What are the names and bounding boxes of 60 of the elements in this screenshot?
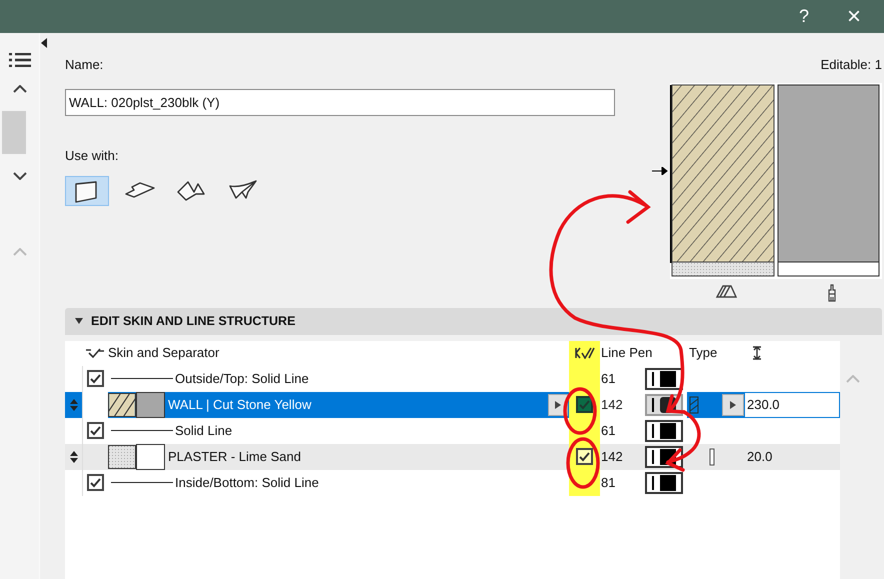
- checkmark-icon: [579, 400, 590, 410]
- scroll-thumb[interactable]: [2, 111, 26, 154]
- thin-type-icon: [709, 448, 715, 466]
- thickness-field[interactable]: 230.0: [744, 392, 840, 418]
- column-header: Type: [688, 344, 718, 362]
- name-field[interactable]: WALL: 020plst_230blk (Y): [65, 88, 615, 116]
- play-icon: [730, 400, 736, 408]
- pen-swatch[interactable]: [645, 472, 683, 494]
- separator-label: Outside/Top: Solid Line: [175, 370, 309, 388]
- thickness-value: 20.0: [746, 448, 772, 466]
- core-column-icon: [574, 347, 594, 359]
- hatch-icon[interactable]: [714, 284, 736, 298]
- selected-row[interactable]: WALL | Cut Stone Yellow 142 230.0: [65, 392, 840, 418]
- separator-label: Inside/Bottom: Solid Line: [175, 474, 319, 492]
- wall-type-icon[interactable]: [65, 176, 109, 206]
- pen-swatch[interactable]: [645, 368, 683, 390]
- chevron-down-icon[interactable]: [12, 172, 26, 180]
- skin-label: WALL | Cut Stone Yellow: [168, 396, 312, 414]
- checkmark-icon: [90, 478, 101, 488]
- skin-surface-swatch: [136, 392, 165, 418]
- hatch-fill-swatch: [108, 392, 136, 416]
- arrow-icon: [652, 166, 668, 174]
- pen-number: 142: [600, 396, 624, 414]
- checkmark-icon: [579, 452, 590, 462]
- column-header: Line Pen: [600, 344, 654, 362]
- checkmark-icon: [90, 374, 101, 384]
- hatched-type-icon: [689, 396, 699, 414]
- separator-label: Solid Line: [175, 422, 232, 440]
- checkbox[interactable]: [576, 448, 593, 465]
- thickness-icon: [752, 346, 762, 360]
- reorder-handle-icon[interactable]: [70, 398, 78, 410]
- name-label: Name:: [65, 56, 104, 74]
- checkbox[interactable]: [87, 370, 104, 387]
- pen-swatch[interactable]: [645, 420, 683, 442]
- column-header: Skin and Separator: [108, 344, 220, 362]
- close-button[interactable]: ×: [824, 4, 884, 28]
- triangle-icon: [75, 318, 83, 324]
- paint-brush-icon[interactable]: [826, 284, 838, 302]
- editable-count: Editable: 1: [820, 56, 882, 74]
- checkbox[interactable]: [87, 422, 104, 439]
- reorder-handle-icon[interactable]: [70, 450, 78, 462]
- skin-label: PLASTER - Lime Sand: [168, 448, 302, 466]
- checkbox[interactable]: [576, 396, 593, 413]
- pen-number: 61: [600, 422, 616, 440]
- checkmark-icon: [90, 426, 101, 436]
- check-all-icon[interactable]: [86, 348, 104, 358]
- checkbox[interactable]: [87, 474, 104, 491]
- pen-number: 61: [600, 370, 616, 388]
- menu-icon[interactable]: [8, 53, 30, 67]
- dotted-fill-swatch: [108, 444, 136, 468]
- annotation-circle: [566, 437, 600, 489]
- section-header[interactable]: EDIT SKIN AND LINE STRUCTURE: [65, 308, 882, 334]
- expand-button[interactable]: [722, 394, 744, 416]
- play-icon: [555, 400, 561, 408]
- chevron-up-icon[interactable]: [12, 85, 26, 93]
- use-with-label: Use with:: [65, 146, 120, 164]
- annotation-circle: [563, 387, 597, 435]
- pen-number: 81: [600, 474, 616, 492]
- pen-number: 142: [600, 448, 624, 466]
- help-button[interactable]: ?: [784, 3, 824, 30]
